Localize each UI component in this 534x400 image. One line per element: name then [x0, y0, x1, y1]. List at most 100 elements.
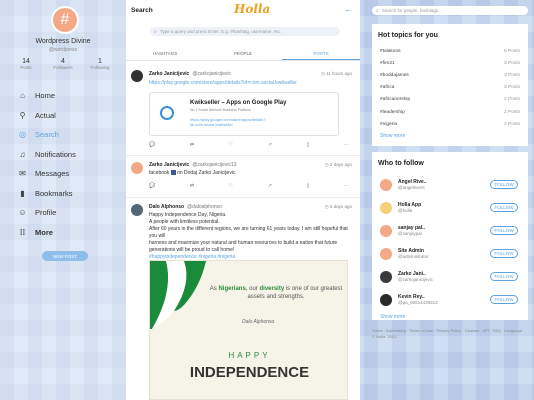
like-icon[interactable]: ♡: [229, 183, 233, 189]
post-time: 2 days ago: [329, 162, 352, 167]
nav-messages[interactable]: ✉ Messages: [18, 164, 76, 184]
post-author-handle: @zarkojanicijevic13: [192, 162, 237, 168]
hot-topic-item[interactable]: #talakons 5 Posts: [372, 45, 528, 57]
link-preview-card[interactable]: Kwikseller – Apps on Google Play No 1 So…: [149, 92, 339, 136]
bookmark-icon[interactable]: ▯: [307, 142, 310, 148]
avatar[interactable]: [380, 293, 392, 306]
user-handle: @holla: [398, 208, 413, 213]
banner-happy: HAPPY: [228, 351, 271, 360]
card-url[interactable]: https://play.google.com/store/apps/detai…: [190, 117, 300, 127]
profile-name[interactable]: Wordpress Divine: [0, 38, 126, 45]
repost-icon[interactable]: ⇄: [190, 142, 194, 148]
follow-button[interactable]: FOLLOW: [490, 272, 518, 281]
hot-topics-show-more[interactable]: Show more: [372, 130, 528, 142]
post-avatar[interactable]: [131, 70, 143, 82]
back-arrow-icon[interactable]: ←: [344, 4, 353, 14]
main-header: Search Holla ←: [126, 0, 360, 22]
more-icon[interactable]: ⋯: [344, 183, 349, 189]
follow-button[interactable]: FOLLOW: [490, 295, 518, 304]
search-icon: ◎: [19, 130, 26, 140]
user-handle: @angelrivers: [398, 185, 425, 190]
user-handle: @pa_92614439313: [398, 300, 438, 305]
avatar[interactable]: [380, 270, 392, 283]
home-icon: ⌂: [20, 91, 25, 101]
follow-button[interactable]: FOLLOW: [490, 180, 518, 189]
pin-icon: ⚲: [19, 110, 26, 120]
post-author-name[interactable]: Zarko Janicijevic: [149, 162, 189, 168]
who-to-follow-panel: Who to follow Angel Rive.. @angelrivers F…: [372, 152, 528, 320]
nigeria-flag-image: [150, 261, 206, 329]
footer-links[interactable]: Home · Advertising · Terms of Use · Priv…: [372, 328, 528, 340]
stat-following[interactable]: 1 Following: [82, 58, 118, 70]
hot-topic-item[interactable]: #boddajames 3 Posts: [372, 69, 528, 81]
hot-topic-item[interactable]: #nigeria 2 Posts: [372, 118, 528, 130]
post-actions: 💬 ⇄ ♡ ↗ ▯ ⋯: [149, 183, 349, 189]
hot-topics-panel: Hot topics for you #talakons 5 Posts #fir…: [372, 24, 528, 146]
comment-icon[interactable]: 💬: [149, 142, 155, 148]
post-text: Happy Independence Day, Nigeria. A peopl…: [149, 212, 348, 260]
main-column: Search Holla ← ⌕ Type a query and press E…: [126, 0, 360, 400]
hot-topics-title: Hot topics for you: [378, 32, 438, 39]
who-to-follow-show-more[interactable]: Show more: [372, 311, 528, 323]
tab-posts[interactable]: POSTS: [282, 47, 360, 60]
comment-icon[interactable]: 💬: [149, 183, 155, 189]
bell-icon: ♫: [19, 149, 26, 159]
follow-button[interactable]: FOLLOW: [490, 249, 518, 258]
globe-icon: [160, 106, 174, 120]
post-author-name[interactable]: Dalo Alphonso: [149, 204, 184, 210]
share-icon[interactable]: ↗: [268, 183, 272, 189]
more-icon[interactable]: ⋯: [344, 142, 349, 148]
stat-followers[interactable]: 4 Followers: [45, 58, 81, 70]
share-icon[interactable]: ↗: [268, 142, 272, 148]
suggested-user: Kevin Rey.. @pa_92614439313 FOLLOW: [372, 288, 528, 311]
follow-button[interactable]: FOLLOW: [490, 226, 518, 235]
tab-hashtags[interactable]: HASHTAGS: [126, 47, 204, 60]
avatar[interactable]: [380, 178, 392, 191]
post-avatar[interactable]: [131, 204, 143, 216]
follow-button[interactable]: FOLLOW: [490, 203, 518, 212]
nav-bookmarks[interactable]: ▮ Bookmarks: [18, 184, 76, 204]
avatar[interactable]: [380, 224, 392, 237]
user-handle: @sanjaypal: [398, 231, 422, 236]
post-image-independence[interactable]: As Nigerians, our diversity is one of ou…: [149, 260, 348, 400]
post-time: 5 days ago: [329, 204, 352, 209]
profile-avatar[interactable]: #: [51, 6, 79, 34]
banner-independence: INDEPENDENCE: [189, 364, 310, 381]
banner-quote: As Nigerians, our diversity is one of ou…: [209, 286, 343, 300]
post-link[interactable]: https://play.google.com/store/apps/detai…: [149, 80, 349, 87]
bookmark-icon[interactable]: ▯: [307, 183, 310, 189]
post-text: facebook: [149, 170, 170, 176]
user-handle: @administrator: [398, 254, 429, 259]
nav-home[interactable]: ⌂ Home: [18, 86, 76, 106]
repost-icon[interactable]: ⇄: [190, 183, 194, 189]
nav-search[interactable]: ◎ Search: [18, 125, 76, 145]
new-post-button[interactable]: NEW POST: [42, 251, 88, 261]
suggested-user: Zarko Jani.. @zarkojanicijevic FOLLOW: [372, 265, 528, 288]
suggested-user: Angel Rive.. @angelrivers FOLLOW: [372, 173, 528, 196]
nav-profile[interactable]: ☺ Profile: [18, 203, 76, 223]
tab-people[interactable]: PEOPLE: [204, 47, 282, 60]
user-icon: ☺: [18, 208, 27, 218]
holla-logo[interactable]: Holla: [234, 2, 270, 16]
post-avatar[interactable]: [131, 162, 143, 174]
left-sidebar: # Wordpress Divine @wordpress 14 Posts 4F…: [0, 0, 126, 400]
post-author-name[interactable]: Zarko Janicijevic: [149, 71, 189, 77]
hot-topic-item[interactable]: #fire21 3 Posts: [372, 57, 528, 69]
post-actions: 💬 ⇄ ♡ ↗ ▯ ⋯: [149, 142, 349, 148]
grid-icon: ⁞⁞: [19, 227, 26, 237]
like-icon[interactable]: ♡: [229, 142, 233, 148]
nav-more[interactable]: ⁞⁞ More: [18, 223, 76, 243]
stat-posts[interactable]: 14 Posts: [8, 58, 44, 70]
hot-topic-item[interactable]: #leadership 2 Posts: [372, 106, 528, 118]
nav-notifications[interactable]: ♫ Notifications: [18, 145, 76, 165]
hot-topic-item[interactable]: #africa 3 Posts: [372, 82, 528, 94]
hot-topic-item[interactable]: #africanership 2 Posts: [372, 94, 528, 106]
post-item: Zarko Janicijevic @zarkojanicijevic13 ◷ 2…: [126, 156, 360, 198]
post-text: on Dodaj Zarko Janicijevic: [177, 170, 236, 176]
avatar[interactable]: [380, 201, 392, 214]
main-search-input[interactable]: ⌕ Type a query and press Enter. E.g. #has…: [150, 27, 340, 36]
nav-actual[interactable]: ⚲ Actual: [18, 106, 76, 126]
card-title: Kwikseller – Apps on Google Play: [190, 100, 287, 106]
avatar[interactable]: [380, 247, 392, 260]
right-search-input[interactable]: ⌕ Search for people, hashtags...: [372, 6, 528, 15]
